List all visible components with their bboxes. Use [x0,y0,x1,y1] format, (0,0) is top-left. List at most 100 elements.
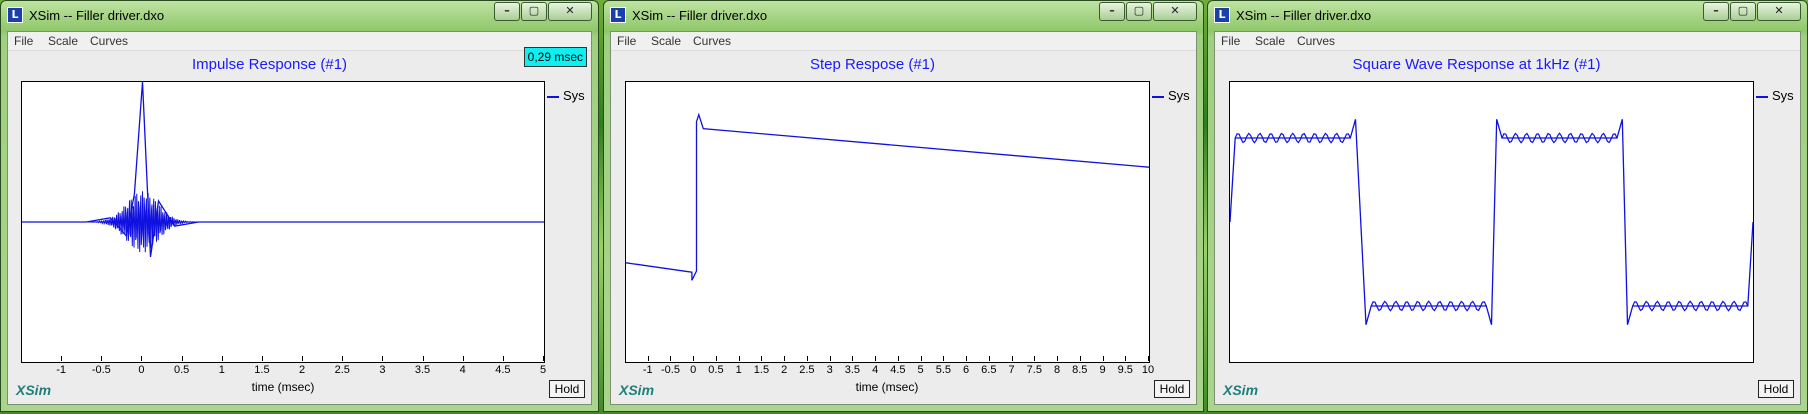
close-icon[interactable]: ✕ [1153,2,1197,21]
menu-file[interactable]: File [617,34,636,48]
x-tick-label: -1 [642,364,653,376]
menu-scale[interactable]: Scale [48,34,78,48]
hold-button[interactable]: Hold [549,380,585,398]
xsim-app-icon[interactable]: L [7,7,23,23]
xsim-brand: XSim [16,382,52,398]
x-tick-label: 1 [218,364,225,376]
series-sys-line [22,82,544,258]
maximize-icon[interactable]: ▢ [1126,2,1152,21]
x-tick-mark [1011,356,1013,361]
series-sys-line [1230,119,1753,325]
x-tick-label: 6 [963,364,970,376]
x-tick-mark [943,356,945,361]
series-sys-oscillation [86,191,199,253]
x-tick-mark [382,356,384,361]
x-tick-mark [462,356,464,361]
window-client: File Scale Curves Step Respose (#1) Sys … [610,31,1197,405]
legend-swatch [547,95,559,98]
x-tick-mark [1102,356,1104,361]
x-tick-label: 4 [459,364,466,376]
x-tick-mark [852,356,854,361]
maximize-icon[interactable]: ▢ [521,2,547,21]
x-tick-mark [875,356,877,361]
x-tick-mark [181,356,183,361]
x-axis-label: time (msec) [251,380,315,394]
x-tick-label: 4 [872,364,879,376]
plot-area[interactable] [1229,81,1754,363]
x-tick-label: 2 [781,364,788,376]
x-tick-label: 5 [539,364,547,376]
title-bar[interactable]: L XSim -- Filler driver.dxo – ▢ ✕ [1,1,598,31]
x-tick-mark [543,356,544,361]
menu-curves[interactable]: Curves [90,34,128,48]
legend-swatch [1152,95,1164,98]
x-tick-mark [806,356,808,361]
chart-svg [1230,119,1753,325]
menu-bar: File Scale Curves [1215,32,1800,51]
xsim-app-icon[interactable]: L [1214,7,1230,23]
menu-curves[interactable]: Curves [693,34,731,48]
chart-title: Step Respose (#1) [809,56,936,73]
cursor-readout: 0,29 msec [523,47,587,67]
x-tick-label: 0 [138,364,145,376]
x-tick-mark [502,356,504,361]
x-tick-label: 0.5 [708,364,724,376]
minimize-icon[interactable]: – [1703,2,1729,21]
menu-scale[interactable]: Scale [651,34,681,48]
legend-swatch [1756,95,1768,98]
title-bar[interactable]: L XSim -- Filler driver.dxo – ▢ ✕ [1208,1,1807,31]
title-bar[interactable]: L XSim -- Filler driver.dxo – ▢ ✕ [604,1,1203,31]
xsim-brand: XSim [1223,382,1259,398]
x-tick-label: 5.5 [935,364,951,376]
xsim-app-icon[interactable]: L [610,7,626,23]
plot-area[interactable] [21,81,545,363]
menu-curves[interactable]: Curves [1297,34,1335,48]
x-tick-mark [988,356,990,361]
x-tick-mark [829,356,831,361]
xsim-window-square: L XSim -- Filler driver.dxo – ▢ ✕ File S… [1207,0,1808,412]
x-tick-mark [715,356,717,361]
legend-sys[interactable]: Sys [1152,88,1190,103]
x-tick-mark [920,356,922,361]
minimize-icon[interactable]: – [1099,2,1125,21]
minimize-icon[interactable]: – [494,2,520,21]
close-icon[interactable]: ✕ [1757,2,1801,21]
maximize-icon[interactable]: ▢ [1730,2,1756,21]
x-tick-label: 3 [379,364,386,376]
x-tick-label: 8 [1053,364,1061,376]
legend-sys[interactable]: Sys [1756,88,1794,103]
close-icon[interactable]: ✕ [548,2,592,21]
x-tick-label: 3.5 [844,364,861,376]
x-tick-label: 2.5 [799,364,815,376]
x-tick-label: -1 [56,364,67,376]
x-tick-mark [1057,356,1059,361]
x-tick-mark [647,356,649,361]
legend-sys[interactable]: Sys [547,88,585,103]
x-tick-mark [1079,356,1081,361]
x-tick-label: -0.5 [660,364,680,376]
window-client: File Scale Curves 0,29 msec Impulse Resp… [7,31,592,405]
x-tick-label: 3 [826,364,833,376]
hold-button[interactable]: Hold [1758,380,1794,398]
x-tick-label: -0.5 [91,364,111,376]
window-title: XSim -- Filler driver.dxo [1236,8,1372,23]
hold-button[interactable]: Hold [1154,380,1190,398]
window-client: File Scale Curves Square Wave Response a… [1214,31,1801,405]
x-tick-label: 1.5 [254,364,270,376]
menu-file[interactable]: File [14,34,33,48]
x-tick-mark [302,356,304,361]
x-tick-label: 10 [1141,364,1155,376]
xsim-window-impulse: L XSim -- Filler driver.dxo – ▢ ✕ File S… [0,0,599,412]
x-tick-mark [261,356,263,361]
x-tick-label: 2.5 [334,364,350,376]
menu-scale[interactable]: Scale [1255,34,1285,48]
xsim-brand: XSim [619,382,655,398]
legend-label: Sys [563,88,585,103]
x-tick-mark [1125,356,1127,361]
plot-area[interactable] [625,81,1150,363]
menu-file[interactable]: File [1221,34,1240,48]
x-tick-label: 1.5 [753,364,770,376]
x-tick-label: 8.5 [1072,364,1088,376]
x-tick-mark [61,356,63,361]
chart-title: Square Wave Response at 1kHz (#1) [1352,56,1601,73]
